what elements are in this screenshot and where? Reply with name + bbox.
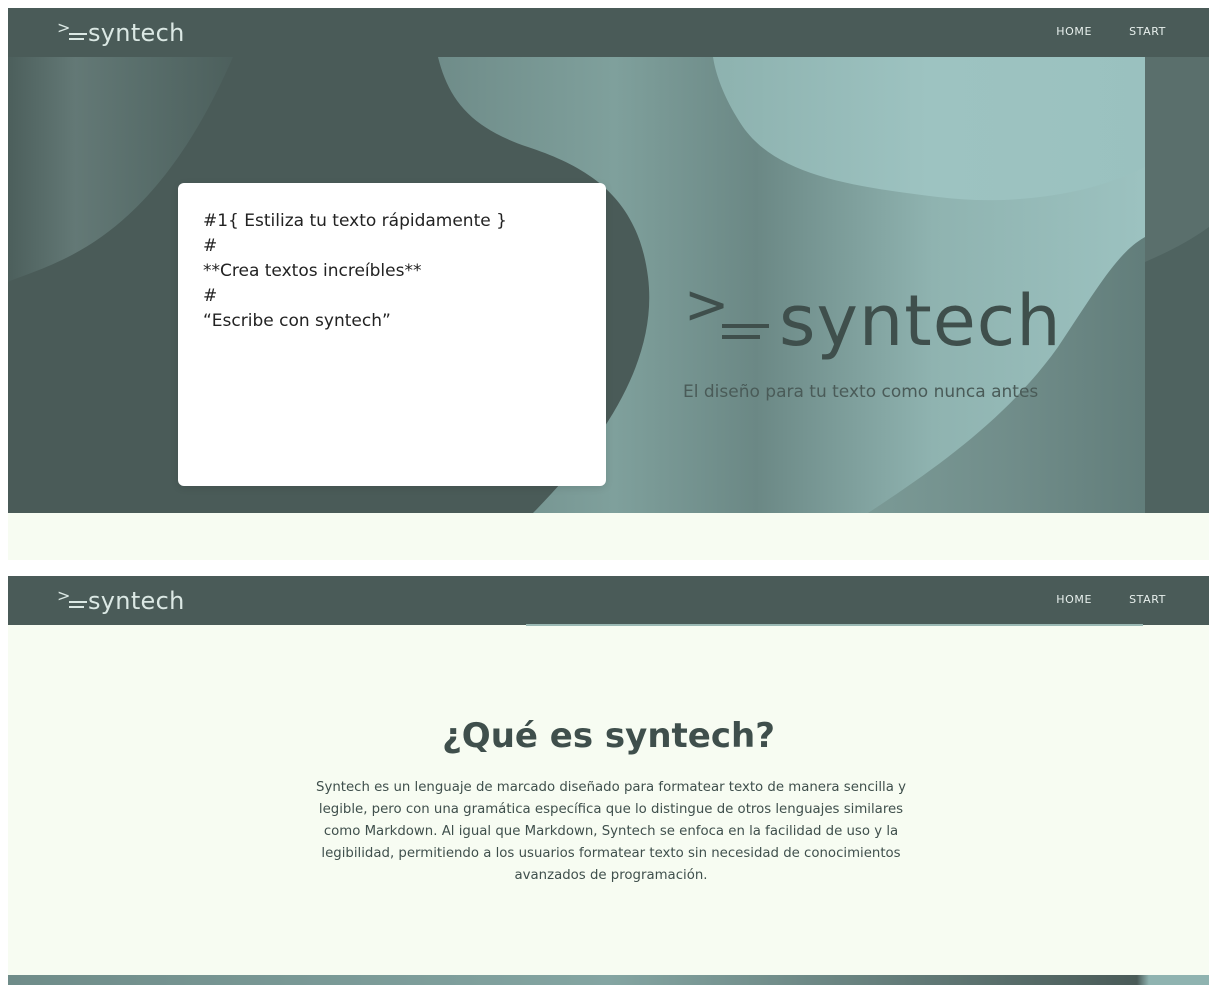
- about-screenshot: > syntech HOME START ¿Qué es syntech? Sy…: [8, 576, 1209, 985]
- hero-tagline: El diseño para tu texto como nunca antes: [683, 382, 1039, 402]
- syntech-logo-icon: >: [684, 273, 779, 359]
- editor-line: “Escribe con syntech”: [203, 311, 391, 331]
- logo[interactable]: > syntech: [57, 17, 185, 49]
- about-description: Syntech es un lenguaje de marcado diseña…: [316, 780, 906, 883]
- syntech-logo-icon: >: [57, 586, 88, 614]
- editor-line: **Crea textos increíbles**: [203, 261, 422, 281]
- landing-screenshot: > syntech HOME START #1{Estiliza tu tex…: [8, 8, 1209, 560]
- nav-link-start[interactable]: START: [1129, 593, 1166, 606]
- logo[interactable]: > syntech: [57, 585, 185, 617]
- editor-line: #1{ Estiliza tu texto rápidamente }: [203, 211, 507, 231]
- nav-divider: [526, 624, 1143, 626]
- nav-links: HOME START: [1056, 593, 1166, 606]
- editor-line: #: [203, 236, 218, 256]
- syntech-logo-icon: >: [57, 18, 88, 46]
- logo-text: syntech: [88, 19, 185, 47]
- hero-section: #1{ Estiliza tu texto rápidamente } # **…: [8, 57, 1209, 513]
- nav-links: HOME START: [1056, 25, 1166, 38]
- hero-brand: > syntech: [684, 273, 1062, 362]
- navbar: > syntech HOME START: [8, 576, 1209, 625]
- next-section-edge: [8, 975, 1209, 985]
- nav-link-home[interactable]: HOME: [1056, 25, 1092, 38]
- nav-link-home[interactable]: HOME: [1056, 593, 1092, 606]
- about-title: ¿Qué es syntech?: [442, 716, 775, 756]
- navbar: > syntech HOME START: [8, 8, 1209, 57]
- logo-text: syntech: [88, 587, 185, 615]
- nav-link-start[interactable]: START: [1129, 25, 1166, 38]
- syntax-editor-card[interactable]: #1{ Estiliza tu texto rápidamente } # **…: [178, 183, 606, 486]
- hero-brand-text: syntech: [779, 280, 1062, 362]
- editor-line: #: [203, 286, 218, 306]
